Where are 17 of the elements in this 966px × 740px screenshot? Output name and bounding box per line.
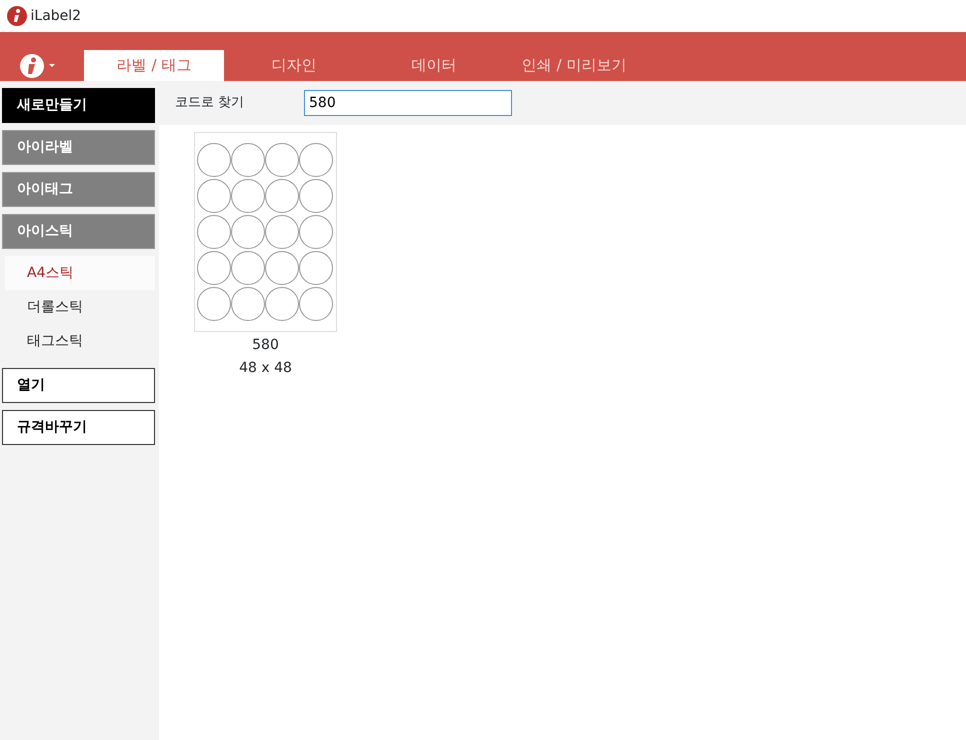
template-code: 580	[252, 336, 279, 355]
sidebar-item[interactable]: 태그스틱	[5, 324, 155, 358]
sidebar-button[interactable]: 아이스틱	[2, 214, 155, 249]
sidebar-item[interactable]: 더롤스틱	[5, 290, 155, 324]
search-field[interactable]: 580	[304, 90, 512, 116]
ribbon-tab[interactable]: 라벨 / 태그	[84, 50, 224, 81]
sidebar-button[interactable]: 규격바꾸기	[2, 410, 155, 445]
sidebar-button[interactable]: 아이태그	[2, 172, 155, 207]
sidebar-item[interactable]: A4스틱	[5, 256, 155, 290]
app-logo-icon	[7, 6, 27, 26]
window-title: iLabel2	[30, 6, 82, 26]
search-label: 코드로 찾기	[175, 94, 246, 112]
label-sheet-thumbnail[interactable]	[194, 132, 337, 332]
template-size: 48 x 48	[239, 359, 292, 378]
sidebar-button[interactable]: 새로만들기	[2, 88, 155, 123]
sidebar-button[interactable]: 열기	[2, 368, 155, 403]
sidebar-button[interactable]: 아이라벨	[2, 130, 155, 165]
